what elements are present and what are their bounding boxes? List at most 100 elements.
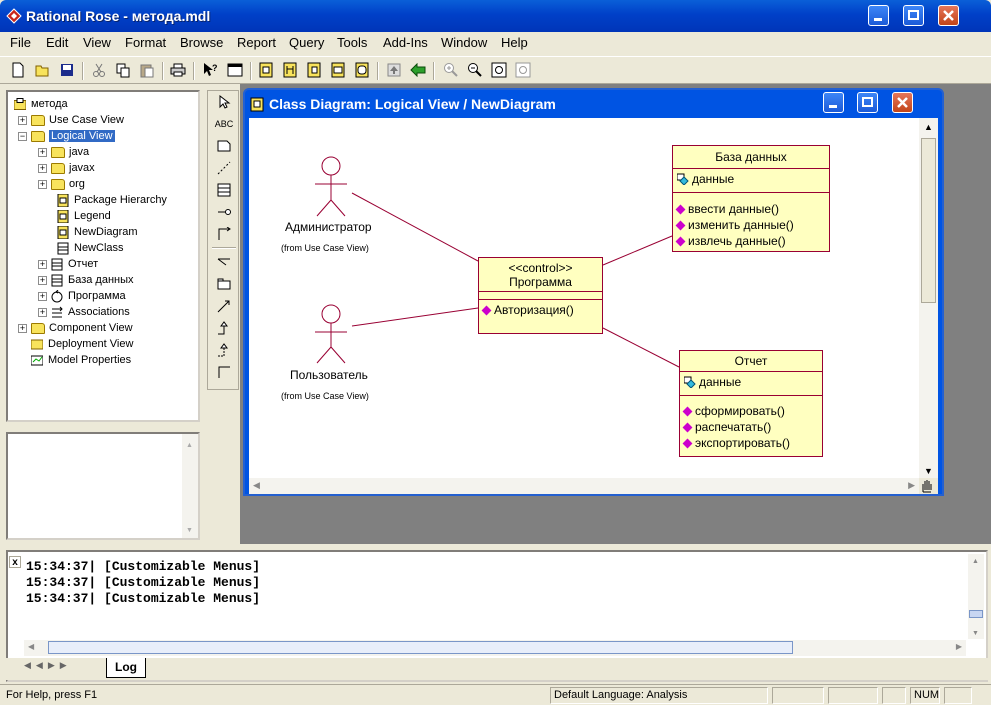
attribute[interactable]: данные [684, 374, 818, 390]
browse-deployment-diagram-button[interactable] [328, 61, 348, 79]
generalization-tool[interactable] [214, 319, 234, 337]
tree-item-associations[interactable]: + Associations [38, 304, 130, 320]
tab-log[interactable]: Log [106, 658, 146, 678]
expand-icon[interactable]: + [38, 275, 47, 285]
class-otchet[interactable]: Отчет данные сформировать() распечатать(… [679, 350, 823, 457]
browser-tree[interactable]: метода + Use Case View − Logical View + … [6, 90, 200, 422]
menu-browse[interactable]: Browse [180, 35, 223, 50]
tree-item-javax[interactable]: + javax [38, 160, 95, 176]
browse-state-diagram-button[interactable] [352, 61, 372, 79]
cut-button[interactable] [89, 61, 109, 79]
menu-tools[interactable]: Tools [337, 35, 367, 50]
documentation-pane[interactable]: ▲ ▼ [6, 432, 200, 540]
interface-tool[interactable] [214, 203, 234, 221]
browse-interaction-diagram-button[interactable] [280, 61, 300, 79]
diagram-restore-button[interactable] [857, 92, 878, 113]
menu-add-ins[interactable]: Add-Ins [383, 35, 428, 50]
menu-file[interactable]: File [10, 35, 31, 50]
scroll-down-icon[interactable]: ▼ [972, 630, 979, 637]
expand-icon[interactable]: + [38, 179, 47, 189]
expand-icon[interactable]: + [38, 291, 47, 301]
expand-icon[interactable]: + [38, 163, 47, 173]
scroll-thumb[interactable] [969, 610, 983, 618]
tree-item-otchet[interactable]: + Отчет [38, 256, 98, 272]
tree-item-java[interactable]: + java [38, 144, 89, 160]
class-programma[interactable]: <<control>> Программа Авторизация() [478, 257, 603, 334]
tree-item-package-hierarchy[interactable]: Package Hierarchy [57, 192, 167, 208]
close-button[interactable] [938, 5, 959, 26]
scroll-thumb[interactable] [921, 138, 936, 303]
scroll-up-icon[interactable]: ▲ [186, 442, 193, 449]
browse-parent-button[interactable] [384, 61, 404, 79]
scroll-left-icon[interactable]: ◀ [253, 480, 260, 491]
expand-icon[interactable]: + [18, 115, 27, 125]
tree-item-model-properties[interactable]: Model Properties [31, 352, 131, 368]
operation[interactable]: сформировать() [684, 403, 818, 419]
tree-item-deployment-view[interactable]: Deployment View [31, 336, 133, 352]
log-vertical-scrollbar[interactable]: ▲ ▼ [968, 554, 984, 639]
restore-button[interactable] [903, 5, 924, 26]
log-horizontal-scrollbar[interactable]: ◀ ▶ [24, 640, 966, 656]
context-help-button[interactable]: ? [200, 61, 220, 79]
package-tool[interactable] [214, 275, 234, 293]
actor-admin-name[interactable]: Администратор [285, 220, 372, 234]
tree-item-use-case-view[interactable]: + Use Case View [18, 112, 124, 128]
save-button[interactable] [57, 61, 77, 79]
class-tool[interactable] [214, 181, 234, 199]
collapse-icon[interactable]: − [18, 131, 27, 141]
menu-view[interactable]: View [83, 35, 111, 50]
menu-format[interactable]: Format [125, 35, 166, 50]
operation[interactable]: экспортировать() [684, 435, 818, 451]
browse-previous-button[interactable] [408, 61, 428, 79]
paste-button[interactable] [137, 61, 157, 79]
open-button[interactable] [33, 61, 53, 79]
expand-icon[interactable]: + [38, 259, 47, 269]
print-button[interactable] [168, 61, 188, 79]
scroll-up-icon[interactable]: ▲ [972, 558, 979, 565]
minimize-button[interactable] [868, 5, 889, 26]
undo-fit-button[interactable] [513, 61, 533, 79]
fit-in-window-button[interactable] [489, 61, 509, 79]
tree-item-baza[interactable]: + База данных [38, 272, 134, 288]
text-tool[interactable]: ABC [214, 115, 234, 133]
realize-tool[interactable] [214, 341, 234, 359]
menu-query[interactable]: Query [289, 35, 324, 50]
expand-icon[interactable]: + [38, 147, 47, 157]
aggregation-tool[interactable] [214, 253, 234, 271]
menu-window[interactable]: Window [441, 35, 487, 50]
diagram-canvas[interactable]: Администратор (from Use Case View) Польз… [249, 118, 919, 478]
scroll-left-icon[interactable]: ◀ [28, 642, 34, 651]
menu-help[interactable]: Help [501, 35, 528, 50]
new-button[interactable] [8, 61, 28, 79]
zoom-out-button[interactable] [465, 61, 485, 79]
selection-tool[interactable] [214, 93, 234, 111]
diagram-vertical-scrollbar[interactable]: ▲ ▼ [919, 118, 938, 478]
operation[interactable]: извлечь данные() [677, 233, 825, 249]
operation[interactable]: Авторизация() [483, 302, 598, 318]
operation[interactable]: распечатать() [684, 419, 818, 435]
scroll-down-icon[interactable]: ▼ [186, 527, 193, 534]
scroll-down-icon[interactable]: ▼ [924, 466, 933, 476]
tree-item-org[interactable]: + org [38, 176, 85, 192]
expand-icon[interactable]: + [18, 323, 27, 333]
anchor-note-tool[interactable] [214, 159, 234, 177]
diagram-horizontal-scrollbar[interactable]: ◀ ▶ [249, 478, 919, 494]
tree-item-programma[interactable]: + Программа [38, 288, 126, 304]
browse-class-diagram-button[interactable] [256, 61, 276, 79]
operation[interactable]: изменить данные() [677, 217, 825, 233]
tree-item-component-view[interactable]: + Component View [18, 320, 133, 336]
tree-item-new-diagram[interactable]: NewDiagram [57, 224, 138, 240]
actor-user-name[interactable]: Пользователь [290, 368, 368, 382]
class-baza-dannyh[interactable]: База данных данные ввести данные() измен… [672, 145, 830, 252]
zoom-in-button[interactable] [441, 61, 461, 79]
attribute[interactable]: данные [677, 171, 825, 187]
menu-report[interactable]: Report [237, 35, 276, 50]
corner-tool[interactable] [214, 363, 234, 381]
tab-navigation-arrows[interactable]: ◀◀▶▶ [24, 660, 72, 671]
scroll-up-icon[interactable]: ▲ [924, 122, 933, 132]
tree-item-legend[interactable]: Legend [57, 208, 111, 224]
association-tool[interactable] [214, 225, 234, 243]
tree-item-logical-view[interactable]: − Logical View [18, 128, 115, 144]
view-documentation-button[interactable] [225, 61, 245, 79]
doc-scrollbar[interactable]: ▲ ▼ [182, 434, 198, 538]
